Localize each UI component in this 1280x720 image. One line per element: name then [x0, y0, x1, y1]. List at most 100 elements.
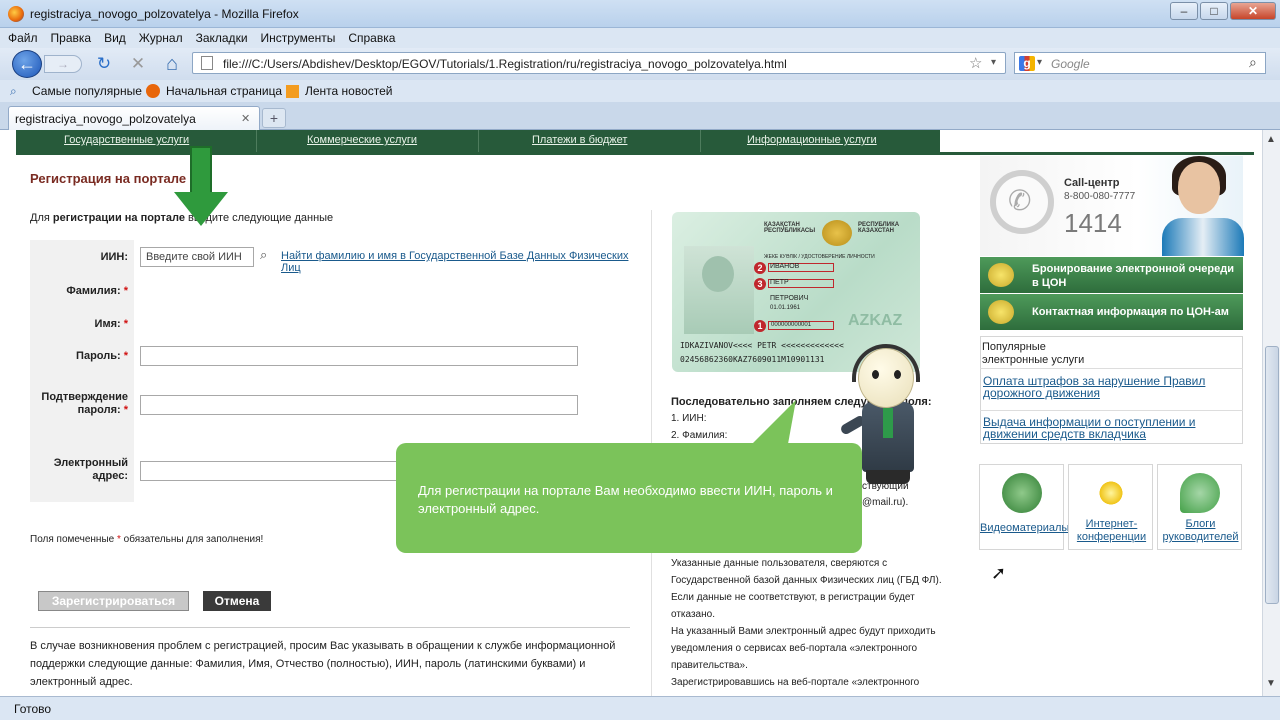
id-iin: 000000000001 [771, 322, 812, 328]
required-note: Поля помеченные * обязательны для заполн… [30, 534, 264, 545]
operator-face [1178, 162, 1220, 214]
email-input[interactable] [140, 461, 406, 481]
tab-close-icon[interactable]: ✕ [241, 112, 250, 125]
register-button[interactable]: Зарегистрироваться [38, 591, 189, 611]
scroll-down-icon[interactable]: ▼ [1266, 678, 1276, 689]
tooltip-text: Для регистрации на портале Вам необходим… [418, 483, 833, 516]
tab-bar: registraciya_novogo_polzovatelya ✕ + [0, 102, 1280, 130]
close-window-button[interactable]: ✕ [1230, 2, 1276, 20]
vertical-scrollbar[interactable]: ▲ ▼ [1262, 130, 1280, 696]
tile-conferences[interactable]: Интернет-конференции [1068, 464, 1153, 550]
status-bar: Готово [0, 696, 1280, 720]
scroll-thumb[interactable] [1265, 346, 1279, 604]
link-pension-info[interactable]: Выдача информации о поступлении и движени… [983, 416, 1239, 440]
phone-icon: ✆ [1008, 185, 1032, 216]
menu-tools[interactable]: Инструменты [253, 28, 341, 45]
step-2: 2. Фамилия: [671, 430, 728, 441]
find-name-link[interactable]: Найти фамилию и имя в Государственной Ба… [281, 250, 630, 274]
bookmark-start-page[interactable]: Начальная страница [166, 84, 282, 98]
search-input[interactable]: Google [1051, 57, 1090, 71]
arrow-shaft [190, 146, 212, 196]
password-input[interactable] [140, 346, 578, 366]
contact-icon [988, 300, 1014, 324]
call-center-short-number: 1414 [1064, 208, 1122, 238]
tab-registration[interactable]: registraciya_novogo_polzovatelya ✕ [8, 106, 260, 130]
id-photo-silhouette [702, 256, 734, 292]
divider [30, 627, 630, 628]
iin-input[interactable]: Введите свой ИИН [140, 247, 254, 267]
menu-edit[interactable]: Правка [43, 28, 97, 45]
confirm-password-label: Подтверждение пароля: * [41, 391, 128, 416]
call-center-title: Call-центр [1064, 177, 1120, 189]
address-bar[interactable]: file:///C:/Users/Abdishev/Desktop/EGOV/T… [192, 52, 1006, 74]
people-icon [988, 263, 1014, 287]
maximize-button[interactable]: □ [1200, 2, 1228, 20]
email-label: Электронный адрес: [53, 457, 128, 482]
id-mrz-line-2: 02456862360KAZ7609011M10901131 [680, 355, 825, 364]
id-watermark: AZKAZ [848, 312, 903, 329]
bookmark-news-feed[interactable]: Лента новостей [305, 84, 393, 98]
link-traffic-fines[interactable]: Оплата штрафов за нарушение Правил дорожн… [983, 375, 1239, 399]
scroll-up-icon[interactable]: ▲ [1266, 134, 1276, 145]
stop-icon[interactable]: ✕ [128, 54, 148, 74]
id-doc-line: ЖЕКЕ КУӘЛІК / УДОСТОВЕРЕНИЕ ЛИЧНОСТИ [764, 254, 875, 260]
network-icon [1091, 473, 1131, 513]
url-dropdown-icon[interactable]: ▾ [991, 57, 996, 68]
bookmark-search-icon: ⌕ [10, 84, 17, 98]
id-header-ru: РЕСПУБЛИКА КАЗАХСТАН [858, 222, 900, 234]
nav-budget-payments[interactable]: Платежи в бюджет [532, 134, 627, 146]
arrow-down-icon [174, 192, 228, 226]
booking-queue-button[interactable]: Бронирование электронной очереди в ЦОН [980, 257, 1243, 293]
magnifier-icon[interactable]: ⌕ [260, 247, 267, 263]
marker-3: 3 [754, 278, 766, 290]
nav-gov-services[interactable]: Государственные услуги [64, 134, 189, 146]
menu-bookmarks[interactable]: Закладки [188, 28, 253, 45]
search-bar[interactable]: g ▾ Google ⌕ [1014, 52, 1266, 74]
popular-divider [980, 368, 1243, 369]
google-icon[interactable]: g [1019, 56, 1035, 71]
page-icon [201, 56, 213, 70]
window-titlebar: registraciya_novogo_polzovatelya - Mozil… [0, 0, 1280, 28]
reload-icon[interactable]: ↻ [94, 54, 114, 74]
id-mrz-line-1: IDKAZIVANOV<<<< PETR <<<<<<<<<<<<< [680, 341, 844, 350]
iin-label: ИИН: [100, 251, 128, 263]
tab-label: registraciya_novogo_polzovatelya [15, 112, 196, 126]
url-text[interactable]: file:///C:/Users/Abdishev/Desktop/EGOV/T… [223, 57, 787, 71]
home-icon[interactable]: ⌂ [162, 54, 182, 74]
mouse-cursor-icon: ➚ [991, 563, 1007, 583]
film-reel-icon [1002, 473, 1042, 513]
name-label: Имя: * [94, 318, 128, 330]
back-button[interactable]: ← [12, 50, 42, 78]
operator-body [1162, 218, 1244, 256]
bookmark-most-visited[interactable]: Самые популярные [32, 84, 142, 98]
popular-divider-2 [980, 410, 1243, 411]
menu-history[interactable]: Журнал [131, 28, 188, 45]
forward-button[interactable]: → [44, 55, 82, 73]
nav-commercial-services[interactable]: Коммерческие услуги [307, 134, 417, 146]
minimize-button[interactable]: – [1170, 2, 1198, 20]
menu-view[interactable]: Вид [96, 28, 131, 45]
chat-bubble-icon [1180, 473, 1220, 513]
menu-help[interactable]: Справка [340, 28, 400, 45]
confirm-password-input[interactable] [140, 395, 578, 415]
surname-label: Фамилия: * [66, 285, 128, 297]
bookmarks-toolbar: ⌕ Самые популярные Начальная страница Ле… [0, 80, 1280, 102]
window-title: registraciya_novogo_polzovatelya - Mozil… [30, 7, 299, 21]
id-name: ПЕТР [770, 279, 789, 286]
nav-info-services[interactable]: Информационные услуги [747, 134, 877, 146]
tile-blogs[interactable]: Блоги руководителей [1157, 464, 1242, 550]
status-text: Готово [14, 702, 52, 716]
menu-file[interactable]: Файл [0, 28, 43, 45]
menu-bar: Файл Правка Вид Журнал Закладки Инструменты Сп… [0, 28, 1280, 48]
contact-info-button[interactable]: Контактная информация по ЦОН-ам [980, 294, 1243, 330]
search-engine-dropdown-icon[interactable]: ▾ [1037, 57, 1042, 68]
tile-video[interactable]: Видеоматериалы [979, 464, 1069, 550]
search-icon[interactable]: ⌕ [1249, 54, 1257, 71]
right-snippet-2: @mail.ru). [862, 497, 909, 508]
cancel-button[interactable]: Отмена [203, 591, 271, 611]
new-tab-button[interactable]: + [262, 108, 286, 128]
emblem-icon [822, 220, 852, 246]
password-label: Пароль: * [76, 350, 128, 362]
bookmark-star-icon[interactable]: ☆ [969, 54, 982, 72]
id-birth: 01.01.1961 [770, 305, 801, 311]
